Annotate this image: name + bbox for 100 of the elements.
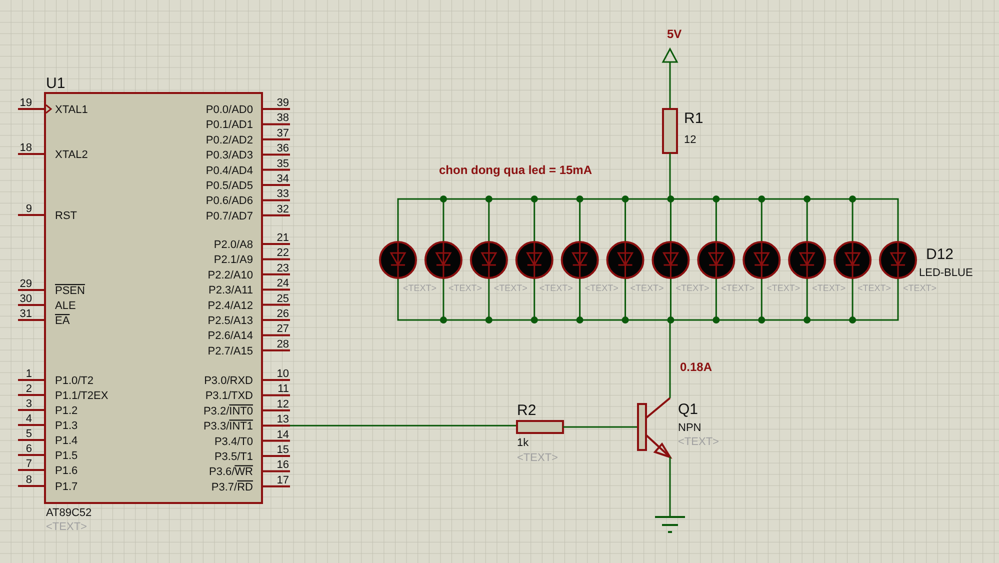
wire[interactable] — [397, 198, 899, 242]
pin-number: 23 — [276, 262, 289, 274]
pin-label: P1.7 — [55, 481, 78, 493]
pin-line[interactable] — [262, 349, 290, 352]
pin-number: 5 — [26, 428, 32, 440]
ground-icon — [654, 516, 686, 533]
pin-label: P3.1/TXD — [205, 390, 253, 402]
led-symbol[interactable] — [379, 241, 417, 279]
pin-line[interactable] — [262, 424, 290, 427]
pin-number: 36 — [276, 142, 289, 155]
led-symbol[interactable] — [834, 241, 872, 279]
transistor-symbol[interactable] — [637, 397, 672, 459]
resistor-value: 1k — [517, 437, 529, 449]
pin-line[interactable] — [262, 168, 290, 171]
pin-number: 33 — [276, 188, 289, 200]
led-text-property: <TEXT> — [539, 283, 573, 293]
resistor[interactable] — [516, 420, 564, 434]
pin-line[interactable] — [262, 199, 290, 202]
pin-number: 3 — [26, 398, 32, 410]
led-symbol[interactable] — [470, 241, 508, 279]
pin-number: 10 — [276, 368, 289, 380]
pin-number: 15 — [276, 444, 289, 456]
pin-label: P3.4/T0 — [214, 436, 253, 448]
led-symbol[interactable] — [697, 241, 736, 279]
resistor[interactable] — [662, 108, 678, 154]
resistor-reference: R1 — [684, 110, 704, 127]
junction-dot — [440, 316, 447, 324]
resistor-text-property: <TEXT> — [517, 452, 558, 464]
pin-label: XTAL2 — [55, 149, 88, 161]
pin-label: P3.2/INT0 — [203, 405, 253, 418]
pin-label: P3.0/RXD — [204, 375, 253, 387]
junction-dot — [530, 196, 538, 202]
led-text-property: <TEXT> — [448, 283, 482, 293]
pin-line[interactable] — [262, 409, 290, 412]
led-text-property: <TEXT> — [494, 283, 528, 293]
pin-number: 17 — [276, 474, 289, 486]
pin-number: 1 — [26, 368, 32, 380]
pin-number: 39 — [276, 97, 289, 109]
led-symbol[interactable] — [424, 241, 462, 279]
wire[interactable] — [669, 62, 671, 109]
junction-dot — [622, 316, 629, 324]
junction-dot — [712, 196, 720, 202]
chip-text-property: <TEXT> — [46, 521, 87, 533]
pin-line[interactable] — [262, 154, 290, 156]
led-symbol[interactable] — [606, 241, 644, 279]
led-symbol[interactable] — [879, 241, 917, 279]
pin-label: P3.7/RD — [211, 481, 253, 494]
led-text-property: <TEXT> — [812, 283, 846, 293]
pin-line[interactable] — [262, 288, 290, 291]
pin-line[interactable] — [262, 334, 290, 336]
pin-label: P3.5/T1 — [214, 451, 253, 463]
pin-label: P0.6/AD6 — [206, 195, 253, 208]
led-text-property: <TEXT> — [584, 283, 618, 293]
pin-number: 7 — [26, 458, 32, 470]
pin-label: P2.4/A12 — [208, 300, 253, 312]
pin-number: 14 — [276, 428, 289, 441]
transistor-reference: Q1 — [678, 401, 698, 418]
pin-label: P0.0/AD0 — [206, 104, 253, 116]
junction-dot — [530, 316, 538, 324]
pin-number: 26 — [276, 308, 289, 320]
pin-label: P0.1/AD1 — [206, 119, 253, 132]
junction-dot — [849, 316, 856, 324]
junction-dot — [576, 316, 584, 324]
wire[interactable] — [290, 424, 517, 426]
led-symbol[interactable] — [560, 241, 599, 279]
led-symbol[interactable] — [515, 241, 554, 279]
led-text-property: <TEXT> — [676, 283, 710, 293]
pin-label: P2.2/A10 — [208, 269, 253, 282]
junction-dot — [485, 316, 492, 324]
pin-line[interactable] — [262, 470, 290, 472]
led-text-property: <TEXT> — [858, 283, 892, 293]
pin-line[interactable] — [262, 123, 290, 126]
pin-label: P2.0/A8 — [214, 239, 253, 251]
pin-label: P2.7/A15 — [208, 345, 253, 358]
chip-body[interactable] — [44, 92, 263, 504]
pin-number: 34 — [276, 173, 289, 185]
pin-label: P1.3 — [55, 420, 78, 432]
supply-label: 5V — [667, 27, 682, 41]
pin-line[interactable] — [262, 214, 290, 216]
wire[interactable] — [397, 278, 899, 321]
pin-label: P3.6/WR — [208, 466, 253, 478]
junction-dot — [849, 196, 856, 202]
pin-label: P0.5/AD5 — [206, 180, 253, 192]
pin-label: RST — [55, 210, 77, 222]
pin-number: 30 — [20, 293, 32, 305]
resistor-value: 12 — [684, 134, 696, 146]
led-text-property: <TEXT> — [630, 283, 664, 293]
led-symbol[interactable] — [652, 241, 690, 279]
pin-label: P2.1/A9 — [214, 254, 253, 266]
led-symbol[interactable] — [742, 241, 781, 279]
led-symbol[interactable] — [788, 241, 826, 279]
pin-line[interactable] — [262, 258, 290, 260]
pin-number: 13 — [276, 414, 289, 426]
pin-line[interactable] — [262, 394, 290, 396]
pin-line[interactable] — [262, 440, 290, 442]
pin-line[interactable] — [262, 304, 290, 306]
pin-line[interactable] — [262, 138, 290, 140]
power-terminal-icon[interactable] — [662, 47, 678, 63]
pin-line[interactable] — [262, 273, 290, 276]
pin-line[interactable] — [262, 485, 290, 488]
